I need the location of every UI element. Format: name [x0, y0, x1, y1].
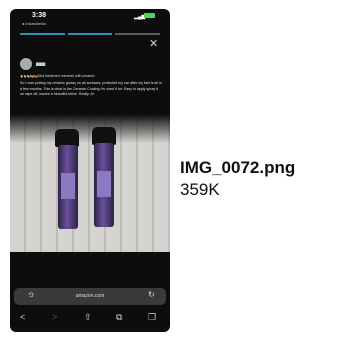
reviewer-name: ▆▆▆: [36, 61, 46, 66]
status-time: 3:38: [32, 12, 47, 19]
avatar: [20, 58, 32, 70]
spray-bottle: [94, 143, 114, 227]
story-progress-segment: [115, 33, 161, 35]
forward-icon[interactable]: >: [52, 313, 57, 322]
file-name: IMG_0072.png: [180, 158, 296, 177]
status-bar: 3:38 ◂ Instashields ▂▄▆: [10, 9, 170, 31]
product-photo: [10, 115, 170, 252]
close-icon[interactable]: ✕: [149, 39, 158, 50]
screenshot-thumbnail[interactable]: 3:38 ◂ Instashields ▂▄▆ ✕ ▆▆▆ ★★★★★ ★★★★…: [10, 9, 170, 332]
back-icon[interactable]: <: [20, 313, 25, 322]
back-to-app-link[interactable]: ◂ Instashields: [22, 21, 46, 26]
url-text[interactable]: amazon.com: [14, 293, 166, 299]
browser-address-bar[interactable]: ⅁ amazon.com ↻: [14, 288, 166, 305]
file-size: 359K: [180, 180, 220, 199]
tabs-icon[interactable]: ❐: [148, 313, 156, 322]
browser-toolbar: < > ⇧ ⧉ ❐: [10, 309, 170, 329]
story-progress: [20, 33, 161, 35]
file-caption: IMG_0072.png 359K: [180, 158, 295, 200]
review-title: ★★★★★ Ultra hardened meramic with cerami…: [20, 74, 95, 78]
battery-icon: [144, 13, 155, 18]
reload-icon[interactable]: ↻: [148, 290, 155, 299]
share-icon[interactable]: ⇧: [84, 313, 92, 322]
review-body: So I was putting my ceramic glossy on al…: [20, 81, 162, 96]
bookmarks-icon[interactable]: ⧉: [116, 313, 122, 322]
story-progress-segment: [20, 33, 65, 35]
spray-bottle: [58, 145, 78, 229]
story-progress-segment: [67, 33, 113, 35]
